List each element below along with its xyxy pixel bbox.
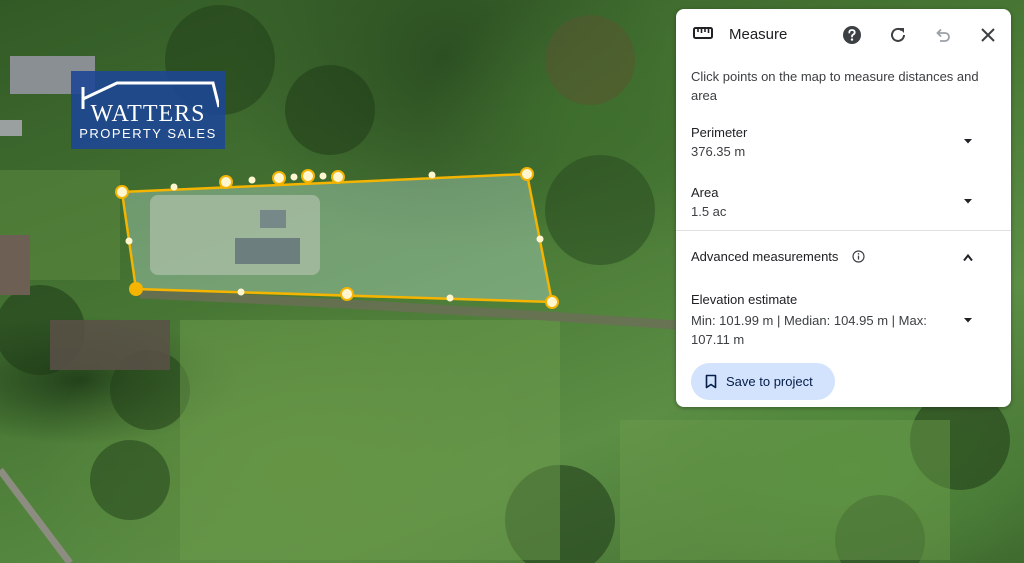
elevation-value: Min: 101.99 m | Median: 104.95 m | Max: …	[691, 313, 927, 347]
refresh-button[interactable]	[886, 23, 910, 47]
chevron-down-icon	[964, 139, 972, 144]
measure-hint: Click points on the map to measure dista…	[691, 69, 979, 103]
bookmark-icon	[705, 374, 717, 389]
midpoint-handle[interactable]	[428, 171, 436, 179]
map-screen: WATTERS PROPERTY SALES Measure Click poi…	[0, 0, 1024, 563]
midpoint-handle[interactable]	[319, 172, 327, 180]
vertex-handle[interactable]	[115, 185, 129, 199]
measure-panel: Measure Click points on the map to measu…	[676, 9, 1011, 407]
logo-subtitle: PROPERTY SALES	[79, 126, 217, 141]
close-icon	[981, 28, 995, 42]
agency-logo: WATTERS PROPERTY SALES	[71, 71, 225, 149]
info-icon[interactable]	[852, 250, 865, 263]
undo-button[interactable]	[931, 23, 955, 47]
midpoint-handle[interactable]	[446, 294, 454, 302]
road	[0, 467, 73, 563]
save-to-project-label: Save to project	[726, 374, 813, 389]
elevation-label: Elevation estimate	[691, 292, 798, 307]
chevron-up-icon	[963, 253, 973, 262]
midpoint-handle[interactable]	[248, 176, 256, 184]
area-label: Area	[691, 185, 719, 200]
elevation-row[interactable]: Elevation estimate Min: 101.99 m | Media…	[676, 292, 1011, 352]
vertex-handle[interactable]	[301, 169, 315, 183]
ruler-icon	[693, 26, 713, 45]
area-row[interactable]: Area 1.5 ac	[676, 181, 1011, 233]
vertex-handle[interactable]	[340, 287, 354, 301]
perimeter-row[interactable]: Perimeter 376.35 m	[676, 121, 1011, 173]
perimeter-value: 376.35 m	[691, 144, 746, 159]
refresh-icon	[891, 27, 905, 42]
measured-area-polygon[interactable]	[120, 172, 554, 304]
midpoint-handle[interactable]	[536, 235, 544, 243]
midpoint-handle[interactable]	[170, 183, 178, 191]
perimeter-label: Perimeter	[691, 125, 748, 140]
vertex-handle[interactable]	[129, 282, 143, 296]
panel-title: Measure	[729, 26, 788, 43]
chevron-down-icon	[964, 318, 972, 323]
advanced-measurements-label: Advanced measurements	[691, 249, 839, 264]
vertex-handle[interactable]	[545, 295, 559, 309]
undo-icon	[936, 28, 950, 42]
chevron-down-icon	[964, 199, 972, 204]
close-button[interactable]	[976, 23, 1000, 47]
panel-header: Measure	[676, 9, 1011, 61]
save-to-project-button[interactable]: Save to project	[691, 363, 835, 400]
advanced-measurements-toggle[interactable]: Advanced measurements	[676, 245, 1011, 271]
section-divider	[676, 230, 1011, 231]
vertex-handle[interactable]	[219, 175, 233, 189]
vertex-handle[interactable]	[272, 171, 286, 185]
help-circle-icon	[843, 26, 861, 44]
midpoint-handle[interactable]	[125, 237, 133, 245]
midpoint-handle[interactable]	[290, 173, 298, 181]
midpoint-handle[interactable]	[237, 288, 245, 296]
vertex-handle[interactable]	[331, 170, 345, 184]
logo-name: WATTERS	[90, 101, 206, 127]
vertex-handle[interactable]	[520, 167, 534, 181]
help-button[interactable]	[840, 23, 864, 47]
area-value: 1.5 ac	[691, 204, 727, 219]
